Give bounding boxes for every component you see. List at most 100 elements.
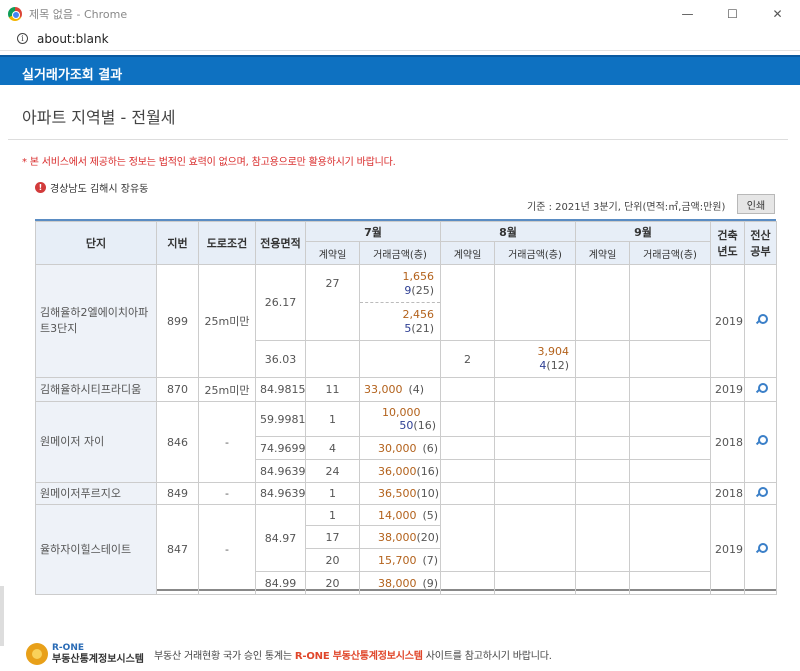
record-search-button[interactable] xyxy=(744,377,777,402)
empty-cell xyxy=(575,436,630,460)
empty-cell xyxy=(440,571,495,595)
amount-cell: 33,000 (4) xyxy=(359,377,441,402)
minimize-button[interactable]: — xyxy=(665,0,710,27)
contract-day: 11 xyxy=(305,377,360,402)
area-cell: 84.9639 xyxy=(255,459,306,483)
rone-logo-icon xyxy=(26,643,48,665)
col-header-record: 전산공부 xyxy=(744,221,777,265)
print-button[interactable]: 인쇄 xyxy=(737,194,775,214)
lot-number: 870 xyxy=(156,377,199,402)
col-header-september: 9월 xyxy=(575,221,711,242)
location-label: ! 경상남도 김해시 장유동 xyxy=(35,180,148,195)
complex-name: 원메이저푸르지오 xyxy=(35,482,157,505)
complex-name: 율하자이힐스테이트 xyxy=(35,504,157,595)
contract-day: 20 xyxy=(305,571,360,595)
road-condition: - xyxy=(198,401,256,483)
lot-number: 847 xyxy=(156,504,199,595)
road-condition: - xyxy=(198,482,256,505)
floor: (12) xyxy=(546,359,569,372)
empty-cell xyxy=(494,401,576,437)
page-title: 아파트 지역별 - 전월세 xyxy=(22,108,176,127)
footer: R-ONE 부동산통계정보시스템 부동산 거래현황 국가 승인 통계는 R-ON… xyxy=(26,641,796,667)
empty-cell xyxy=(494,264,576,341)
empty-cell xyxy=(629,482,711,505)
table-row: 원메이저푸르지오 849 - 84.9639 1 36,500(10) 2018 xyxy=(35,482,777,505)
close-button[interactable]: ✕ xyxy=(755,0,800,27)
contract-day: 4 xyxy=(305,436,360,460)
amount-cell: 36,000(16) xyxy=(359,459,441,483)
empty-cell xyxy=(629,504,711,572)
built-year: 2019 xyxy=(710,504,745,595)
floor: (10) xyxy=(416,487,440,500)
col-header-contract-day: 계약일 xyxy=(305,241,360,265)
search-icon[interactable] xyxy=(755,435,768,446)
amount-cell: 1,656 9(25) 2,456 5(21) xyxy=(359,264,441,341)
amount-cell: 10,000 50(16) xyxy=(359,401,441,437)
empty-cell xyxy=(629,340,711,378)
col-header-amount: 거래금액(층) xyxy=(359,241,441,265)
col-header-road: 도로조건 xyxy=(198,221,256,265)
result-header-bar: 실거래가조회 결과 xyxy=(0,55,800,85)
empty-cell xyxy=(440,436,495,460)
contract-day: 1 xyxy=(305,401,360,437)
floor: (25) xyxy=(411,283,434,297)
contract-day: 17 xyxy=(305,525,360,549)
complex-name: 원메이저 자이 xyxy=(35,401,157,483)
scrollbar[interactable] xyxy=(0,586,4,646)
floor: (16) xyxy=(413,419,436,432)
table-row: 김해율하2엘에이치아파트3단지 899 25m미만 26.17 27 1,656… xyxy=(35,264,777,378)
road-condition: 25m미만 xyxy=(198,377,256,402)
area-cell: 84.99 xyxy=(255,571,306,595)
search-icon[interactable] xyxy=(755,382,768,394)
record-search-button[interactable] xyxy=(744,504,777,595)
record-search-button[interactable] xyxy=(744,264,777,378)
rone-logo-top: R-ONE xyxy=(52,643,84,653)
amount-cell: 38,000(20) xyxy=(359,525,441,549)
floor: (21) xyxy=(411,321,434,335)
area-cell: 36.03 xyxy=(255,340,306,378)
table-row: 김해율하시티프라디움 870 25m미만 84.9815 11 33,000 (4… xyxy=(35,377,777,402)
col-header-built-year: 건축년도 xyxy=(710,221,745,265)
built-year: 2019 xyxy=(710,377,745,402)
search-icon[interactable] xyxy=(755,314,768,325)
location-pin-icon: ! xyxy=(35,182,46,193)
empty-cell xyxy=(494,436,576,460)
contract-day: 1 xyxy=(305,504,360,526)
empty-cell xyxy=(629,436,711,460)
amount-cell: 38,000 (9) xyxy=(359,571,441,595)
empty-cell xyxy=(359,340,441,378)
col-header-lot: 지번 xyxy=(156,221,199,265)
empty-cell xyxy=(629,571,711,595)
empty-cell xyxy=(494,571,576,595)
amount-value: 36,500 xyxy=(378,487,417,500)
search-icon[interactable] xyxy=(755,542,768,554)
maximize-button[interactable]: ☐ xyxy=(710,0,755,27)
footer-rone-link[interactable]: R-ONE 부동산통계정보시스템 xyxy=(295,651,423,662)
empty-cell xyxy=(575,377,630,402)
area-cell: 59.9981 xyxy=(255,401,306,437)
built-year: 2018 xyxy=(710,401,745,483)
area-cell: 74.9699 xyxy=(255,436,306,460)
floor: (20) xyxy=(416,530,440,544)
table-row: 원메이저 자이 846 - 59.9981 1 10,000 50(16) 20… xyxy=(35,401,777,483)
footer-message-b: 사이트를 참고하시기 바랍니다. xyxy=(425,650,552,662)
address-bar: i about:blank xyxy=(0,27,800,51)
amount-value: 30,000 xyxy=(378,441,417,455)
record-search-button[interactable] xyxy=(744,401,777,483)
amount-value: 33,000 xyxy=(364,383,403,396)
empty-cell xyxy=(440,504,495,572)
col-header-amount: 거래금액(층) xyxy=(629,241,711,265)
result-header-title: 실거래가조회 결과 xyxy=(22,68,123,83)
record-search-button[interactable] xyxy=(744,482,777,505)
rone-logo: R-ONE 부동산통계정보시스템 xyxy=(52,643,144,665)
empty-cell xyxy=(494,504,576,572)
url-text[interactable]: about:blank xyxy=(37,32,109,46)
search-icon[interactable] xyxy=(755,486,768,498)
info-icon[interactable]: i xyxy=(17,33,28,44)
empty-cell xyxy=(575,264,630,341)
window-controls: — ☐ ✕ xyxy=(665,0,800,27)
area-cell: 84.9815 xyxy=(255,377,306,402)
empty-cell xyxy=(440,264,495,341)
empty-cell xyxy=(575,459,630,483)
criteria-text: 기준 : 2021년 3분기, 단위(면적:㎡,금액:만원) xyxy=(527,202,726,213)
